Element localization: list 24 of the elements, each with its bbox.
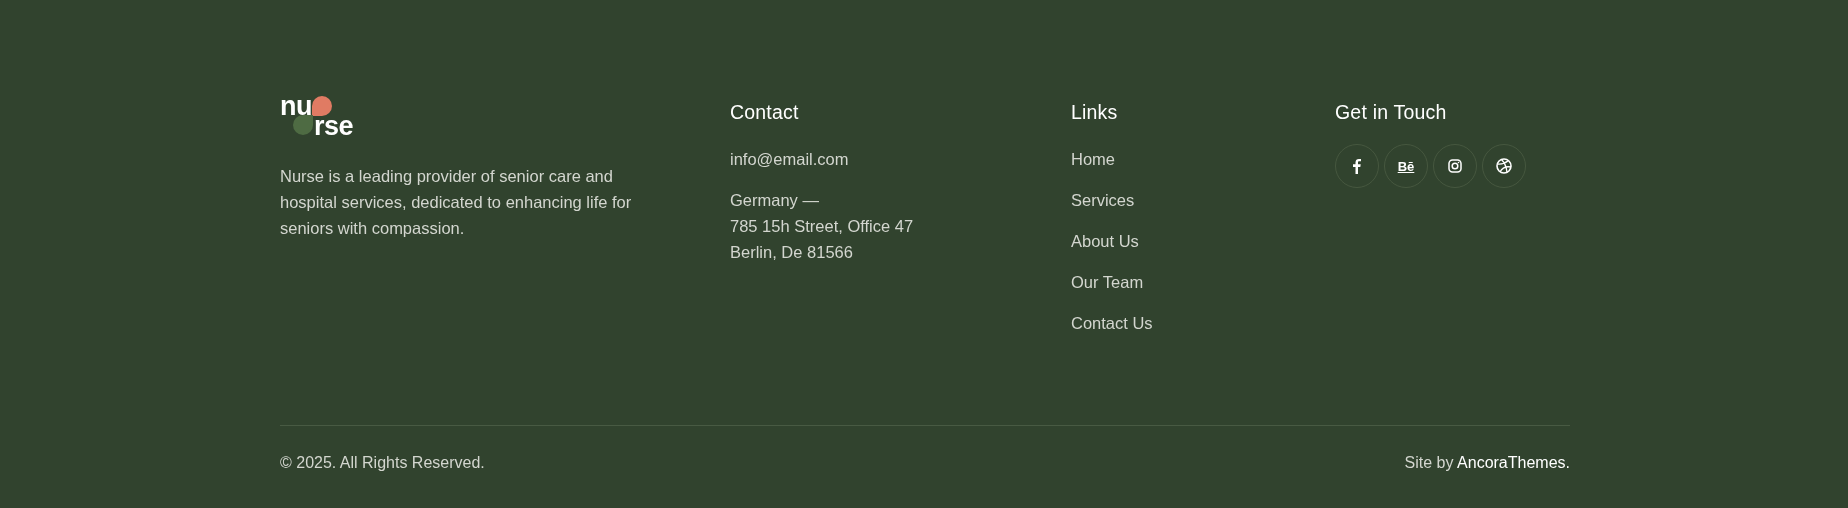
address-line: 785 15h Street, Office 47 bbox=[730, 216, 914, 237]
footer-link[interactable]: Home bbox=[1071, 146, 1115, 172]
column-heading: Get in Touch bbox=[1335, 101, 1448, 124]
email-address: info@email.com bbox=[730, 149, 849, 170]
logo-drop-icon bbox=[293, 115, 313, 135]
facebook-icon bbox=[1353, 158, 1361, 174]
address-line: Berlin, De 81566 bbox=[730, 242, 853, 263]
column-heading: Links bbox=[1071, 101, 1119, 124]
logo-text: nu bbox=[280, 95, 312, 117]
copyright-text: © 2025. All Rights Reserved. bbox=[280, 454, 485, 472]
logo-text: rse bbox=[314, 115, 354, 137]
footer-link[interactable]: Contact Us bbox=[1071, 310, 1153, 336]
column-heading: Contact bbox=[730, 101, 800, 124]
credit-text: Site by AncoraThemes. bbox=[1404, 454, 1570, 472]
footer-link[interactable]: Services bbox=[1071, 187, 1135, 213]
logo-drop-icon bbox=[312, 96, 332, 116]
credit-link[interactable]: AncoraThemes. bbox=[1457, 454, 1570, 471]
address-line: Germany — bbox=[730, 190, 819, 211]
instagram-icon bbox=[1448, 159, 1462, 173]
footer-link[interactable]: About Us bbox=[1071, 228, 1139, 254]
behance-icon: Bē bbox=[1397, 158, 1415, 174]
company-description: Nurse is a leading provider of senior care and hospital services, dedicated to enhancing life for seniors with compassion. bbox=[280, 166, 633, 239]
dribbble-icon bbox=[1496, 158, 1512, 174]
footer-link[interactable]: Our Team bbox=[1071, 269, 1144, 295]
